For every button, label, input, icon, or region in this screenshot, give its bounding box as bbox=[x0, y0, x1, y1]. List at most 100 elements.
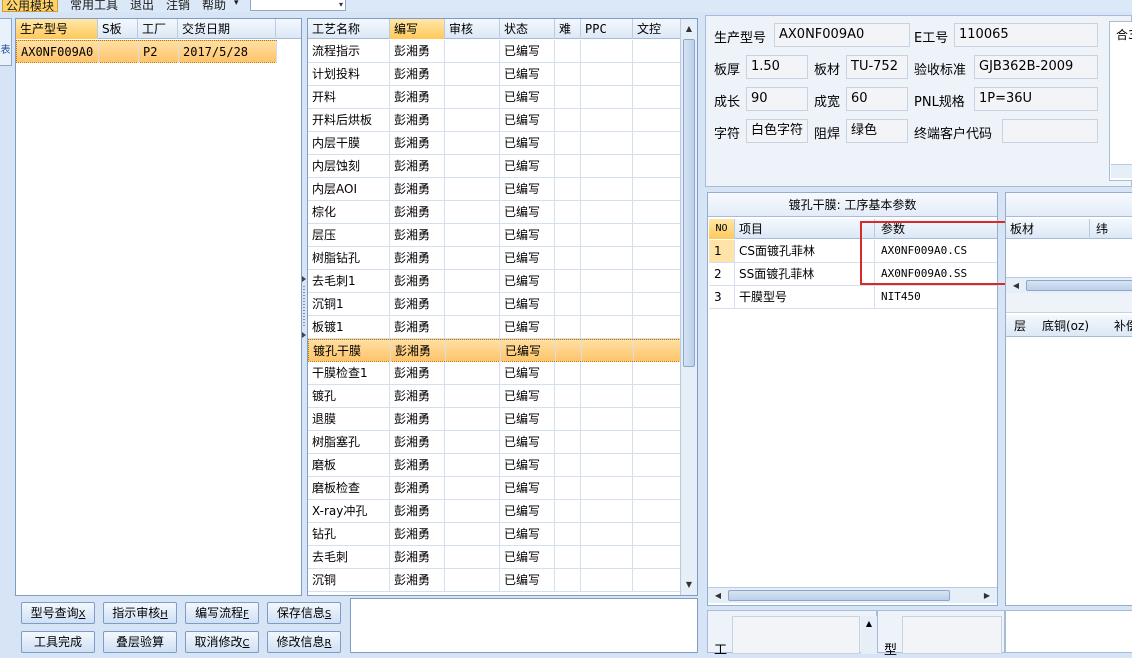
process-row[interactable]: 镀孔干膜 彭湘勇 已编写 bbox=[308, 339, 682, 362]
menu-common-tools[interactable]: 常用工具 bbox=[70, 0, 118, 12]
process-row[interactable]: 开料 彭湘勇 已编写 bbox=[308, 86, 681, 109]
standard-field[interactable]: GJB362B-2009 bbox=[974, 55, 1098, 79]
model-row[interactable]: AX0NF009A0 P2 2017/5/28 bbox=[16, 40, 277, 63]
process-row[interactable]: 内层AOI 彭湘勇 已编写 bbox=[308, 178, 681, 201]
col-header-factory[interactable]: 工厂 bbox=[138, 19, 178, 39]
right-grid-hscroll-thumb[interactable] bbox=[1026, 280, 1132, 291]
process-row[interactable]: 干膜检查1 彭湘勇 已编写 bbox=[308, 362, 681, 385]
thickness-field[interactable]: 1.50 bbox=[746, 55, 808, 79]
help-dropdown-arrow-icon[interactable]: ▾ bbox=[234, 0, 239, 12]
process-row[interactable]: 计划投料 彭湘勇 已编写 bbox=[308, 63, 681, 86]
col-header-difficulty[interactable]: 难 bbox=[555, 19, 581, 39]
pnl-field[interactable]: 1P=36U bbox=[974, 87, 1098, 111]
process-row[interactable]: 内层蚀刻 彭湘勇 已编写 bbox=[308, 155, 681, 178]
stackup-verify-label: 叠层验算 bbox=[115, 635, 164, 649]
process-row[interactable]: 开料后烘板 彭湘勇 已编写 bbox=[308, 109, 681, 132]
width-field[interactable]: 60 bbox=[846, 87, 908, 111]
process-row[interactable]: 树脂钻孔 彭湘勇 已编写 bbox=[308, 247, 681, 270]
process-row[interactable]: 沉铜 彭湘勇 已编写 bbox=[308, 569, 681, 592]
material-field[interactable]: TU-752 bbox=[846, 55, 908, 79]
cell-delivery-date: 2017/5/28 bbox=[179, 41, 277, 63]
process-row[interactable]: 退膜 彭湘勇 已编写 bbox=[308, 408, 681, 431]
col-header-process-name[interactable]: 工艺名称 bbox=[308, 19, 390, 39]
model-field[interactable]: AX0NF009A0 bbox=[774, 23, 910, 47]
cancel-edit-button[interactable]: 取消修改C bbox=[185, 631, 259, 653]
process-row[interactable]: 层压 彭湘勇 已编写 bbox=[308, 224, 681, 247]
process-list-scrollbar[interactable]: ▲ ▼ bbox=[680, 19, 697, 595]
menu-combo-box[interactable]: ▾ bbox=[250, 0, 346, 11]
col-header-weft[interactable]: 纬 bbox=[1096, 219, 1132, 239]
length-field[interactable]: 90 bbox=[746, 87, 808, 111]
menu-public-module[interactable]: 公用模块 bbox=[2, 0, 59, 12]
process-row[interactable]: 镀孔 彭湘勇 已编写 bbox=[308, 385, 681, 408]
menu-logout[interactable]: 注销 bbox=[166, 0, 190, 12]
col-header-base-copper[interactable]: 底铜(oz) bbox=[1042, 315, 1089, 337]
bottom-mid-textarea[interactable] bbox=[902, 616, 1002, 654]
param-hscrollbar[interactable]: ◀ ▶ bbox=[708, 587, 997, 603]
param-hscroll-thumb[interactable] bbox=[728, 590, 950, 601]
process-row[interactable]: 棕化 彭湘勇 已编写 bbox=[308, 201, 681, 224]
scroll-up-icon[interactable]: ▲ bbox=[866, 619, 872, 628]
highlight-box bbox=[860, 221, 1008, 285]
cell-process-name: 退膜 bbox=[308, 408, 390, 430]
process-row[interactable]: 磨板检查 彭湘勇 已编写 bbox=[308, 477, 681, 500]
bottom-left-scrollbar[interactable]: ▲ bbox=[861, 616, 877, 654]
col-header-ppc[interactable]: PPC bbox=[581, 19, 633, 39]
col-header-model[interactable]: 生产型号 bbox=[16, 19, 98, 39]
col-header-s-board[interactable]: S板 bbox=[98, 19, 138, 39]
bottom-left-textarea[interactable] bbox=[732, 616, 860, 654]
char-field[interactable]: 白色字符 bbox=[746, 119, 808, 143]
scroll-right-icon[interactable]: ▶ bbox=[979, 588, 995, 604]
col-header-delivery-date[interactable]: 交货日期 bbox=[178, 19, 276, 39]
col-header-board-material[interactable]: 板材 bbox=[1010, 219, 1090, 239]
cell-ppc bbox=[581, 247, 633, 269]
col-header-status[interactable]: 状态 bbox=[500, 19, 555, 39]
scroll-down-icon[interactable]: ▼ bbox=[681, 577, 697, 593]
scroll-up-icon[interactable]: ▲ bbox=[681, 21, 697, 37]
scroll-thumb[interactable] bbox=[683, 39, 695, 367]
right-grid-hscrollbar[interactable]: ◀ bbox=[1006, 277, 1132, 293]
col-header-doc-control[interactable]: 文控 bbox=[633, 19, 681, 39]
tool-complete-button[interactable]: 工具完成 bbox=[21, 631, 95, 653]
cell-item: SS面镀孔菲林 bbox=[735, 263, 875, 285]
col-header-compensation[interactable]: 补偿 bbox=[1114, 315, 1132, 337]
col-header-item[interactable]: 项目 bbox=[735, 219, 875, 239]
cell-writer: 彭湘勇 bbox=[390, 224, 445, 246]
write-flow-button[interactable]: 编写流程F bbox=[185, 602, 259, 624]
process-row[interactable]: 磨板 彭湘勇 已编写 bbox=[308, 454, 681, 477]
cell-status: 已编写 bbox=[500, 40, 555, 62]
menu-help[interactable]: 帮助 bbox=[202, 0, 226, 12]
side-collapse-tab[interactable]: 表 bbox=[0, 18, 12, 66]
col-header-reviewer[interactable]: 审核 bbox=[445, 19, 500, 39]
cell-writer: 彭湘勇 bbox=[390, 546, 445, 568]
process-row[interactable]: 流程指示 彭湘勇 已编写 bbox=[308, 40, 681, 63]
cell-s-board bbox=[99, 41, 139, 63]
process-row[interactable]: 板镀1 彭湘勇 已编写 bbox=[308, 316, 681, 339]
process-row[interactable]: 沉铜1 彭湘勇 已编写 bbox=[308, 293, 681, 316]
col-header-layer[interactable]: 层 bbox=[1014, 315, 1026, 337]
eno-field[interactable]: 110065 bbox=[954, 23, 1098, 47]
cell-ppc bbox=[581, 293, 633, 315]
col-header-no[interactable]: NO bbox=[709, 219, 735, 239]
process-row[interactable]: 钻孔 彭湘勇 已编写 bbox=[308, 523, 681, 546]
review-instruction-button[interactable]: 指示审核H bbox=[103, 602, 177, 624]
col-header-writer[interactable]: 编写 bbox=[390, 19, 445, 39]
cell-status: 已编写 bbox=[500, 454, 555, 476]
right-cut-scrollbar[interactable] bbox=[1111, 164, 1132, 178]
stackup-verify-button[interactable]: 叠层验算 bbox=[103, 631, 177, 653]
edit-info-button[interactable]: 修改信息R bbox=[267, 631, 341, 653]
menu-exit[interactable]: 退出 bbox=[130, 0, 154, 12]
cell-no: 2 bbox=[709, 263, 735, 285]
customer-field[interactable] bbox=[1002, 119, 1098, 143]
scroll-left-icon[interactable]: ◀ bbox=[1008, 278, 1024, 294]
process-row[interactable]: 树脂塞孔 彭湘勇 已编写 bbox=[308, 431, 681, 454]
process-row[interactable]: 去毛刺1 彭湘勇 已编写 bbox=[308, 270, 681, 293]
process-row[interactable]: 内层干膜 彭湘勇 已编写 bbox=[308, 132, 681, 155]
query-model-button[interactable]: 型号查询X bbox=[21, 602, 95, 624]
scroll-left-icon[interactable]: ◀ bbox=[710, 588, 726, 604]
solder-field[interactable]: 绿色 bbox=[846, 119, 908, 143]
process-row[interactable]: X-ray冲孔 彭湘勇 已编写 bbox=[308, 500, 681, 523]
save-info-button[interactable]: 保存信息S bbox=[267, 602, 341, 624]
process-row[interactable]: 去毛刺 彭湘勇 已编写 bbox=[308, 546, 681, 569]
param-row[interactable]: 3 干膜型号 NIT450 bbox=[709, 286, 997, 309]
